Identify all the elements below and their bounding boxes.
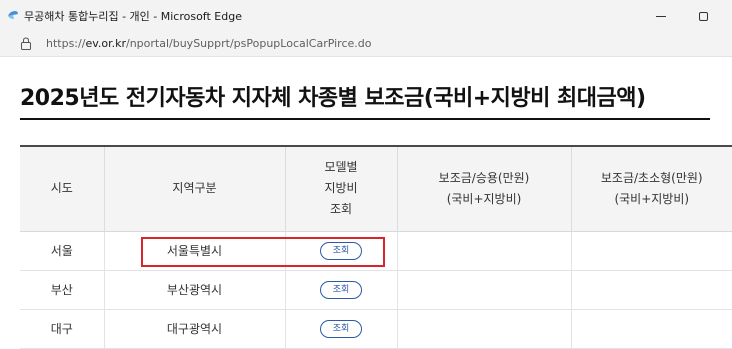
page-content: 2025년도 전기자동차 지자체 차종별 보조금(국비+지방비 최대금액) 시도…	[0, 58, 732, 349]
url-scheme: https://	[46, 37, 86, 50]
minimize-button[interactable]	[641, 4, 681, 28]
table-header-row: 시도 지역구분 모델별 지방비 조회 보조금/승용(만원) (국비+지방비) 보…	[20, 145, 732, 232]
cell-small-subsidy	[570, 309, 732, 349]
cell-lookup: 조회	[284, 309, 397, 349]
subsidy-table: 시도 지역구분 모델별 지방비 조회 보조금/승용(만원) (국비+지방비) 보…	[20, 145, 732, 349]
cell-lookup: 조회	[284, 270, 397, 310]
header-region: 시도	[20, 145, 104, 232]
lock-icon	[21, 37, 31, 50]
cell-area: 서울특별시	[103, 231, 285, 271]
url-path: /nportal/buySupprt/psPopupLocalCarPirce.…	[126, 37, 372, 50]
window-title: 무공해차 통합누리집 - 개인 - Microsoft Edge	[24, 10, 242, 23]
maximize-button[interactable]	[683, 4, 723, 28]
subsidy-table-wrapper: 시도 지역구분 모델별 지방비 조회 보조금/승용(만원) (국비+지방비) 보…	[20, 145, 732, 349]
header-small-subsidy: 보조금/초소형(만원) (국비+지방비)	[570, 145, 732, 232]
cell-small-subsidy	[570, 231, 732, 271]
url-domain: ev.or.kr	[85, 37, 126, 50]
page-title: 2025년도 전기자동차 지자체 차종별 보조금(국비+지방비 최대금액)	[20, 86, 646, 111]
window-title-bar: 무공해차 통합누리집 - 개인 - Microsoft Edge	[0, 0, 732, 31]
maximize-icon	[698, 11, 708, 21]
header-passenger-subsidy: 보조금/승용(만원) (국비+지방비)	[396, 145, 571, 232]
cell-region: 부산	[20, 270, 104, 310]
header-model-lookup: 모델별 지방비 조회	[284, 145, 397, 232]
cell-passenger-subsidy	[396, 270, 571, 310]
table-row: 부산 부산광역시 조회	[20, 270, 732, 310]
cell-region: 서울	[20, 231, 104, 271]
cell-area: 대구광역시	[103, 309, 285, 349]
cell-small-subsidy	[570, 270, 732, 310]
cell-lookup: 조회	[284, 231, 397, 271]
cell-region: 대구	[20, 309, 104, 349]
title-divider	[20, 118, 710, 120]
address-bar[interactable]: https://ev.or.kr/nportal/buySupprt/psPop…	[0, 31, 732, 57]
lookup-button[interactable]: 조회	[320, 241, 362, 260]
minimize-icon	[656, 15, 666, 17]
lookup-button[interactable]: 조회	[320, 319, 362, 338]
table-row: 서울 서울특별시 조회	[20, 231, 732, 271]
cell-area: 부산광역시	[103, 270, 285, 310]
table-row: 대구 대구광역시 조회	[20, 309, 732, 349]
lookup-button[interactable]: 조회	[320, 280, 362, 299]
url-text[interactable]: https://ev.or.kr/nportal/buySupprt/psPop…	[46, 37, 371, 50]
edge-app-icon	[8, 11, 18, 19]
header-area: 지역구분	[103, 145, 285, 232]
cell-passenger-subsidy	[396, 309, 571, 349]
cell-passenger-subsidy	[396, 231, 571, 271]
